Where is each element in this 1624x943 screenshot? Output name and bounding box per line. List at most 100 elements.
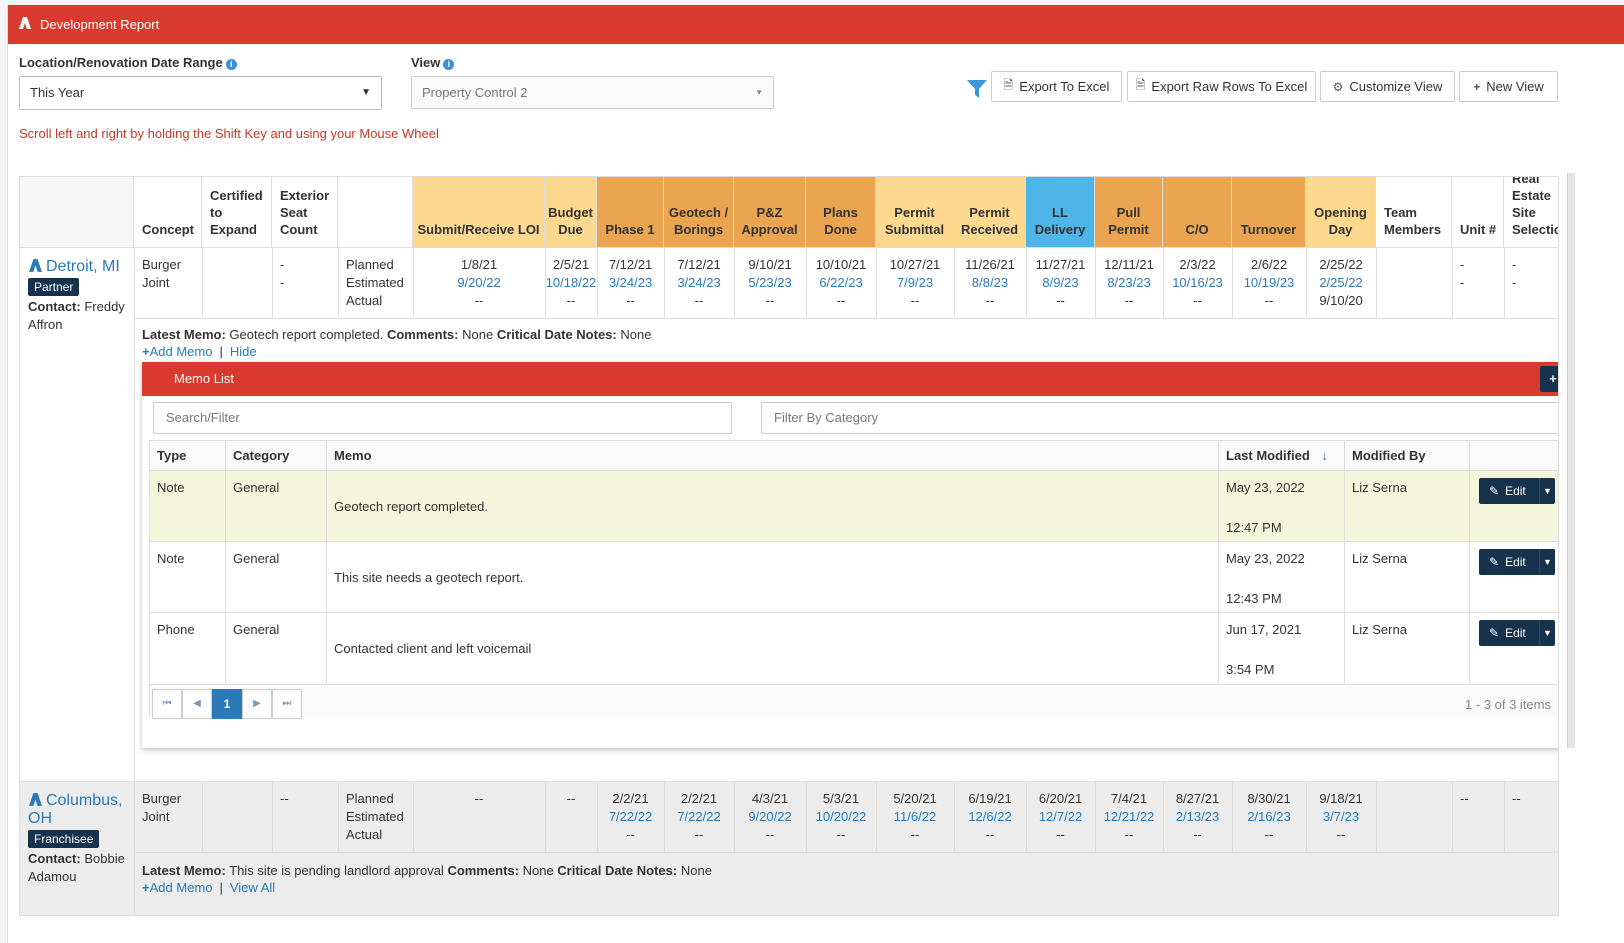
chevron-down-icon[interactable]: ▼ <box>1539 549 1555 575</box>
estimated-date[interactable]: 12/6/22 <box>954 808 1026 826</box>
planned-date: 11/26/21 <box>965 257 1015 272</box>
excel-file-icon: 🗎 <box>1135 78 1146 92</box>
memo-cell: ✎ Edit ▼ <box>1470 471 1558 542</box>
planned-date: 7/12/21 <box>608 257 653 272</box>
col-header[interactable]: C/O <box>1163 177 1232 247</box>
col-header[interactable]: Exterior Seat Count <box>272 177 338 247</box>
export-raw-button[interactable]: 🗎 Export Raw Rows To Excel <box>1127 71 1316 102</box>
col-header[interactable]: Permit Submittal <box>876 177 954 247</box>
column-divider <box>134 248 135 781</box>
plus-icon: + <box>1473 79 1481 94</box>
plan-label: Planned <box>346 257 394 272</box>
estimated-date[interactable]: 7/22/22 <box>597 808 664 826</box>
next-page-icon[interactable]: ▶ <box>242 689 272 719</box>
memo-text: This site needs a geotech report. <box>334 570 524 585</box>
new-view-button[interactable]: + New View <box>1459 71 1558 102</box>
col-header[interactable]: Budget Due <box>545 177 597 247</box>
planned-date: 9/10/21 <box>748 257 792 272</box>
col-header[interactable]: P&Z Approval <box>734 177 806 247</box>
memo-search-input[interactable]: Search/Filter <box>153 402 732 434</box>
estimated-date[interactable]: 9/20/22 <box>734 808 806 826</box>
memo-category-filter[interactable]: Filter By Category <box>761 402 1558 434</box>
estimated-date[interactable]: 3/7/23 <box>1306 808 1376 826</box>
actual-date: -- <box>1336 827 1346 842</box>
location-link[interactable]: Detroit, MI <box>28 258 132 276</box>
new-view-label: New View <box>1486 79 1544 94</box>
col-header[interactable]: Unit # <box>1452 177 1504 247</box>
column-divider <box>1376 248 1377 318</box>
edit-button[interactable]: ✎ Edit ▼ <box>1479 549 1555 575</box>
col-header[interactable] <box>338 177 413 247</box>
col-header[interactable]: Concept <box>134 177 202 247</box>
latest-memo-line: Latest Memo: Geotech report completed. C… <box>142 327 651 342</box>
col-header-last-modified[interactable]: Last Modified ↓ <box>1219 441 1345 470</box>
col-header[interactable]: LL Delivery <box>1026 177 1095 247</box>
chevron-down-icon[interactable]: ▼ <box>1539 620 1555 646</box>
estimated-date[interactable]: 12/21/22 <box>1095 808 1163 826</box>
last-modified-label: Last Modified <box>1226 448 1310 463</box>
estimated-date[interactable]: 3/24/23 <box>664 274 734 292</box>
last-page-icon[interactable]: ⏭ <box>272 689 302 719</box>
estimated-date[interactable]: 10/18/22 <box>545 274 597 292</box>
edit-button[interactable]: ✎ Edit ▼ <box>1479 620 1555 646</box>
col-header-type[interactable]: Type <box>150 441 226 470</box>
info-icon[interactable]: i <box>225 59 237 70</box>
location-link[interactable]: Columbus, OH <box>28 792 132 828</box>
estimated-date[interactable]: 2/25/22 <box>1306 274 1376 292</box>
col-header[interactable]: Certified to Expand <box>202 177 272 247</box>
col-header-memo[interactable]: Memo <box>327 441 1219 470</box>
estimated-date[interactable]: 10/16/23 <box>1163 274 1232 292</box>
col-header-modified-by[interactable]: Modified By <box>1345 441 1470 470</box>
estimated-date[interactable]: 10/20/22 <box>806 808 876 826</box>
estimated-date[interactable]: 9/20/22 <box>413 274 545 292</box>
estimated-date[interactable]: 5/23/23 <box>734 274 806 292</box>
chevron-down-icon[interactable]: ▼ <box>1539 478 1555 504</box>
hide-memo-link[interactable]: Hide <box>230 344 257 359</box>
actual-date: -- <box>1264 827 1274 842</box>
col-header[interactable]: Permit Received <box>954 177 1026 247</box>
estimated-date[interactable]: 2/16/23 <box>1232 808 1306 826</box>
estimated-date[interactable]: 8/9/23 <box>1026 274 1095 292</box>
estimated-date[interactable]: 7/22/22 <box>664 808 734 826</box>
add-memo-button[interactable]: + <box>1540 366 1558 392</box>
estimated-date[interactable]: 2/13/23 <box>1163 808 1232 826</box>
col-header[interactable] <box>20 177 134 247</box>
estimated-date[interactable]: 12/7/22 <box>1026 808 1095 826</box>
col-header[interactable]: Opening Day <box>1306 177 1376 247</box>
col-header[interactable]: Plans Done <box>806 177 876 247</box>
edit-button[interactable]: ✎ Edit ▼ <box>1479 478 1555 504</box>
add-memo-link[interactable]: +Add Memo <box>142 880 212 895</box>
estimated-date[interactable]: 8/8/23 <box>954 274 1026 292</box>
prev-page-icon[interactable]: ◀ <box>182 689 212 719</box>
info-icon[interactable]: i <box>443 59 455 70</box>
export-excel-button[interactable]: 🗎 Export To Excel <box>991 71 1122 102</box>
view-all-link[interactable]: View All <box>230 880 275 895</box>
vertical-scrollbar[interactable] <box>1567 173 1575 748</box>
latest-memo-label: Latest Memo: <box>142 327 226 342</box>
location-name[interactable]: Detroit, MI <box>46 258 120 275</box>
estimated-date[interactable]: 3/24/23 <box>597 274 664 292</box>
view-select[interactable]: Property Control 2 ▼ <box>411 76 774 109</box>
col-header[interactable]: Phase 1 <box>597 177 664 247</box>
page-number-button[interactable]: 1 <box>212 689 242 719</box>
col-header[interactable]: Submit/Receive LOI <box>413 177 545 247</box>
filter-icon[interactable] <box>966 78 988 100</box>
estimated-date[interactable]: 10/19/23 <box>1232 274 1306 292</box>
col-header[interactable]: Real Estate Site Selection <box>1504 177 1558 247</box>
estimated-date[interactable]: 11/6/22 <box>876 808 954 826</box>
concept-cell: Burger Joint <box>142 791 182 824</box>
date-range-select[interactable]: This Year ▼ <box>19 76 382 110</box>
first-page-icon[interactable]: ⏮ <box>152 689 182 719</box>
col-header-category[interactable]: Category <box>226 441 327 470</box>
add-memo-link[interactable]: +Add Memo <box>142 344 212 359</box>
col-header[interactable]: Geotech / Borings <box>664 177 734 247</box>
col-header[interactable]: Team Members <box>1376 177 1452 247</box>
estimated-date[interactable]: 6/22/23 <box>806 274 876 292</box>
estimated-date[interactable]: 8/23/23 <box>1095 274 1163 292</box>
customize-view-button[interactable]: ⚙ Customize View <box>1320 71 1455 102</box>
role-badge: Partner <box>28 278 80 296</box>
col-header[interactable]: Pull Permit <box>1095 177 1163 247</box>
notes-label: Critical Date Notes: <box>557 863 678 878</box>
estimated-date[interactable]: 7/9/23 <box>876 274 954 292</box>
col-header[interactable]: Turnover <box>1232 177 1306 247</box>
